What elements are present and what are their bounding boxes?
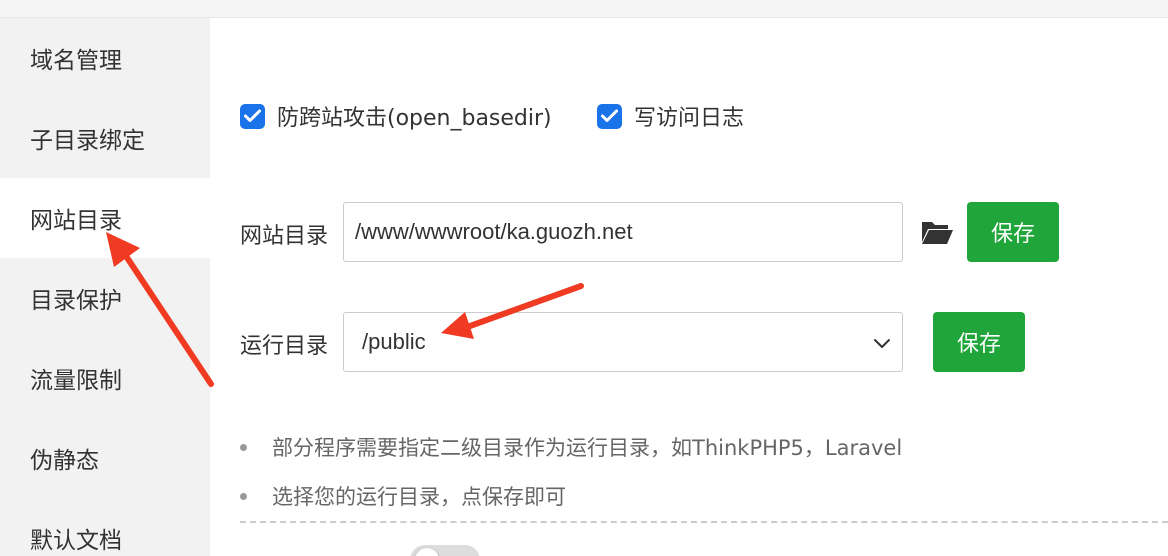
sidebar-item-dir-protection[interactable]: 目录保护	[0, 258, 210, 338]
sidebar-item-label: 域名管理	[30, 48, 122, 74]
sidebar-item-label: 流量限制	[30, 368, 122, 394]
anti-xss-option[interactable]: 防跨站攻击(open_basedir)	[240, 100, 552, 132]
bullet-icon	[240, 492, 247, 500]
sidebar-item-site-directory[interactable]: 网站目录	[0, 178, 210, 258]
access-log-option[interactable]: 写访问日志	[597, 100, 744, 132]
sidebar-item-traffic-limit[interactable]: 流量限制	[0, 338, 210, 418]
tip-text: 部分程序需要指定二级目录作为运行目录，如ThinkPHP5，Laravel	[272, 436, 903, 460]
sidebar-item-domain[interactable]: 域名管理	[0, 18, 210, 98]
toggle-switch[interactable]	[410, 545, 480, 556]
site-dir-label: 网站目录	[240, 224, 329, 249]
check-icon	[601, 109, 618, 122]
run-dir-save-button[interactable]: 保存	[933, 312, 1025, 372]
anti-xss-checkbox[interactable]	[240, 103, 265, 129]
sidebar-item-label: 子目录绑定	[30, 128, 145, 154]
sidebar: 域名管理 子目录绑定 网站目录 目录保护 流量限制 伪静态 默认文档	[0, 18, 210, 556]
site-dir-save-button[interactable]: 保存	[967, 202, 1059, 262]
sidebar-item-label: 默认文档	[30, 528, 122, 554]
sidebar-item-label: 网站目录	[30, 208, 122, 234]
run-dir-selected-value: /public	[362, 329, 426, 354]
run-dir-label: 运行目录	[240, 334, 329, 359]
folder-open-icon[interactable]	[920, 217, 954, 247]
check-icon	[244, 109, 261, 122]
toggle-knob	[415, 548, 439, 556]
top-strip	[0, 0, 1168, 18]
access-log-label: 写访问日志	[634, 106, 745, 131]
anti-xss-label: 防跨站攻击(open_basedir)	[277, 106, 552, 131]
sidebar-item-subdir-binding[interactable]: 子目录绑定	[0, 98, 210, 178]
tip-item: 选择您的运行目录，点保存即可	[240, 481, 566, 511]
sidebar-item-label: 伪静态	[30, 448, 99, 474]
site-dir-input[interactable]	[343, 202, 903, 262]
access-log-checkbox[interactable]	[597, 103, 622, 129]
sidebar-item-default-doc[interactable]: 默认文档	[0, 498, 210, 556]
sidebar-item-rewrite[interactable]: 伪静态	[0, 418, 210, 498]
chevron-down-icon	[874, 339, 890, 348]
sidebar-item-label: 目录保护	[30, 288, 122, 314]
tip-item: 部分程序需要指定二级目录作为运行目录，如ThinkPHP5，Laravel	[240, 432, 902, 462]
run-dir-select[interactable]: /public	[343, 312, 903, 372]
tip-text: 选择您的运行目录，点保存即可	[272, 485, 566, 509]
dashed-divider	[240, 521, 1168, 523]
bullet-icon	[240, 443, 247, 451]
